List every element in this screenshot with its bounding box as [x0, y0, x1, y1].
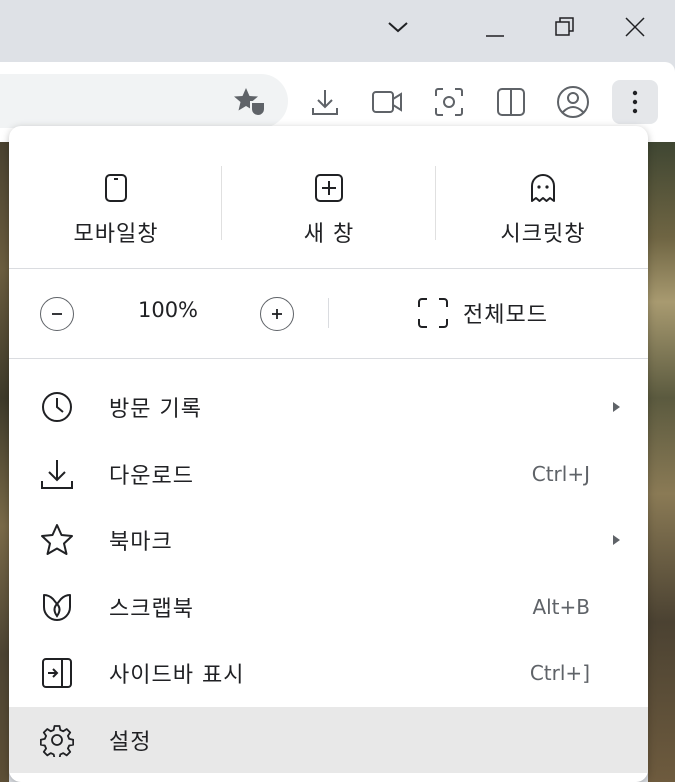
more-menu-button[interactable] — [612, 80, 658, 124]
zoom-controls: 100% 전체모드 — [9, 268, 648, 359]
chevron-down-icon — [388, 22, 408, 33]
screenshot-icon — [435, 88, 463, 116]
new-window-icon — [315, 174, 343, 202]
minimize-button[interactable] — [475, 8, 515, 46]
page-background — [648, 142, 675, 782]
tab-search-button[interactable] — [378, 8, 418, 46]
restore-button[interactable] — [545, 8, 585, 46]
incognito-icon — [531, 174, 555, 202]
plus-icon — [272, 309, 282, 319]
incognito-window-button[interactable]: 시크릿창 — [436, 150, 648, 250]
star-icon — [39, 522, 75, 558]
menu-item-bookmarks[interactable]: 북마크 — [9, 507, 648, 574]
action-label: 새 창 — [303, 222, 355, 247]
history-icon — [39, 389, 75, 425]
download-button[interactable] — [302, 80, 348, 124]
menu-item-sidebar[interactable]: 사이드바 표시 Ctrl+] — [9, 640, 648, 707]
menu-item-label: 다운로드 — [109, 463, 194, 489]
split-view-icon — [497, 88, 525, 116]
screenshot-button[interactable] — [426, 80, 472, 124]
mobile-window-button[interactable]: 모바일창 — [9, 150, 223, 250]
zoom-in-button[interactable] — [260, 297, 294, 331]
minimize-icon — [486, 35, 504, 37]
restore-icon — [555, 17, 574, 36]
fullscreen-label: 전체모드 — [463, 303, 548, 328]
bookmark-star-icon[interactable] — [232, 86, 268, 116]
fullscreen-button[interactable]: 전체모드 — [417, 290, 548, 336]
menu-item-label: 사이드바 표시 — [109, 663, 245, 689]
screen-record-button[interactable] — [364, 80, 410, 124]
menu-item-downloads[interactable]: 다운로드 Ctrl+J — [9, 441, 648, 508]
shortcut-label: Ctrl+J — [531, 461, 590, 486]
action-label: 시크릿창 — [500, 222, 586, 247]
mobile-window-icon — [105, 174, 127, 202]
shortcut-label: Alt+B — [532, 594, 590, 619]
profile-icon — [557, 86, 589, 118]
download-icon — [312, 90, 338, 115]
more-menu-icon — [632, 90, 638, 114]
menu-item-label: 스크랩북 — [109, 596, 194, 622]
menu-item-settings[interactable]: 설정 — [9, 706, 648, 773]
divider — [328, 298, 329, 328]
submenu-arrow-icon — [613, 535, 620, 546]
fullscreen-icon — [418, 298, 448, 328]
split-view-button[interactable] — [488, 80, 534, 124]
zoom-level: 100% — [137, 298, 199, 322]
address-bar[interactable] — [0, 74, 288, 128]
new-window-button[interactable]: 새 창 — [222, 150, 436, 250]
page-background — [0, 142, 9, 782]
menu-items: 방문 기록 다운로드 Ctrl+J 북마크 스크랩북 Alt+B 사이드바 표시… — [9, 374, 648, 773]
sidebar-icon — [39, 655, 75, 691]
menu-item-label: 북마크 — [109, 530, 173, 556]
close-icon — [625, 17, 645, 37]
menu-item-scrapbook[interactable]: 스크랩북 Alt+B — [9, 574, 648, 641]
window-titlebar — [0, 0, 675, 62]
action-label: 모바일창 — [73, 222, 159, 247]
scrapbook-icon — [39, 589, 75, 625]
screen-record-icon — [372, 91, 402, 113]
menu-item-label: 방문 기록 — [109, 397, 202, 423]
minus-icon — [52, 313, 62, 315]
gear-icon — [39, 722, 75, 758]
download-icon — [39, 456, 75, 492]
shortcut-label: Ctrl+] — [529, 661, 590, 686]
menu-item-history[interactable]: 방문 기록 — [9, 374, 648, 441]
submenu-arrow-icon — [613, 402, 620, 413]
zoom-out-button[interactable] — [40, 297, 74, 331]
menu-item-label: 설정 — [109, 729, 152, 755]
browser-main-menu: 모바일창 새 창 시크릿창 100% 전체모드 방문 기록 다운로드 Ctrl+… — [9, 126, 648, 782]
profile-button[interactable] — [550, 80, 596, 124]
window-actions: 모바일창 새 창 시크릿창 — [9, 126, 648, 269]
close-button[interactable] — [615, 8, 655, 46]
